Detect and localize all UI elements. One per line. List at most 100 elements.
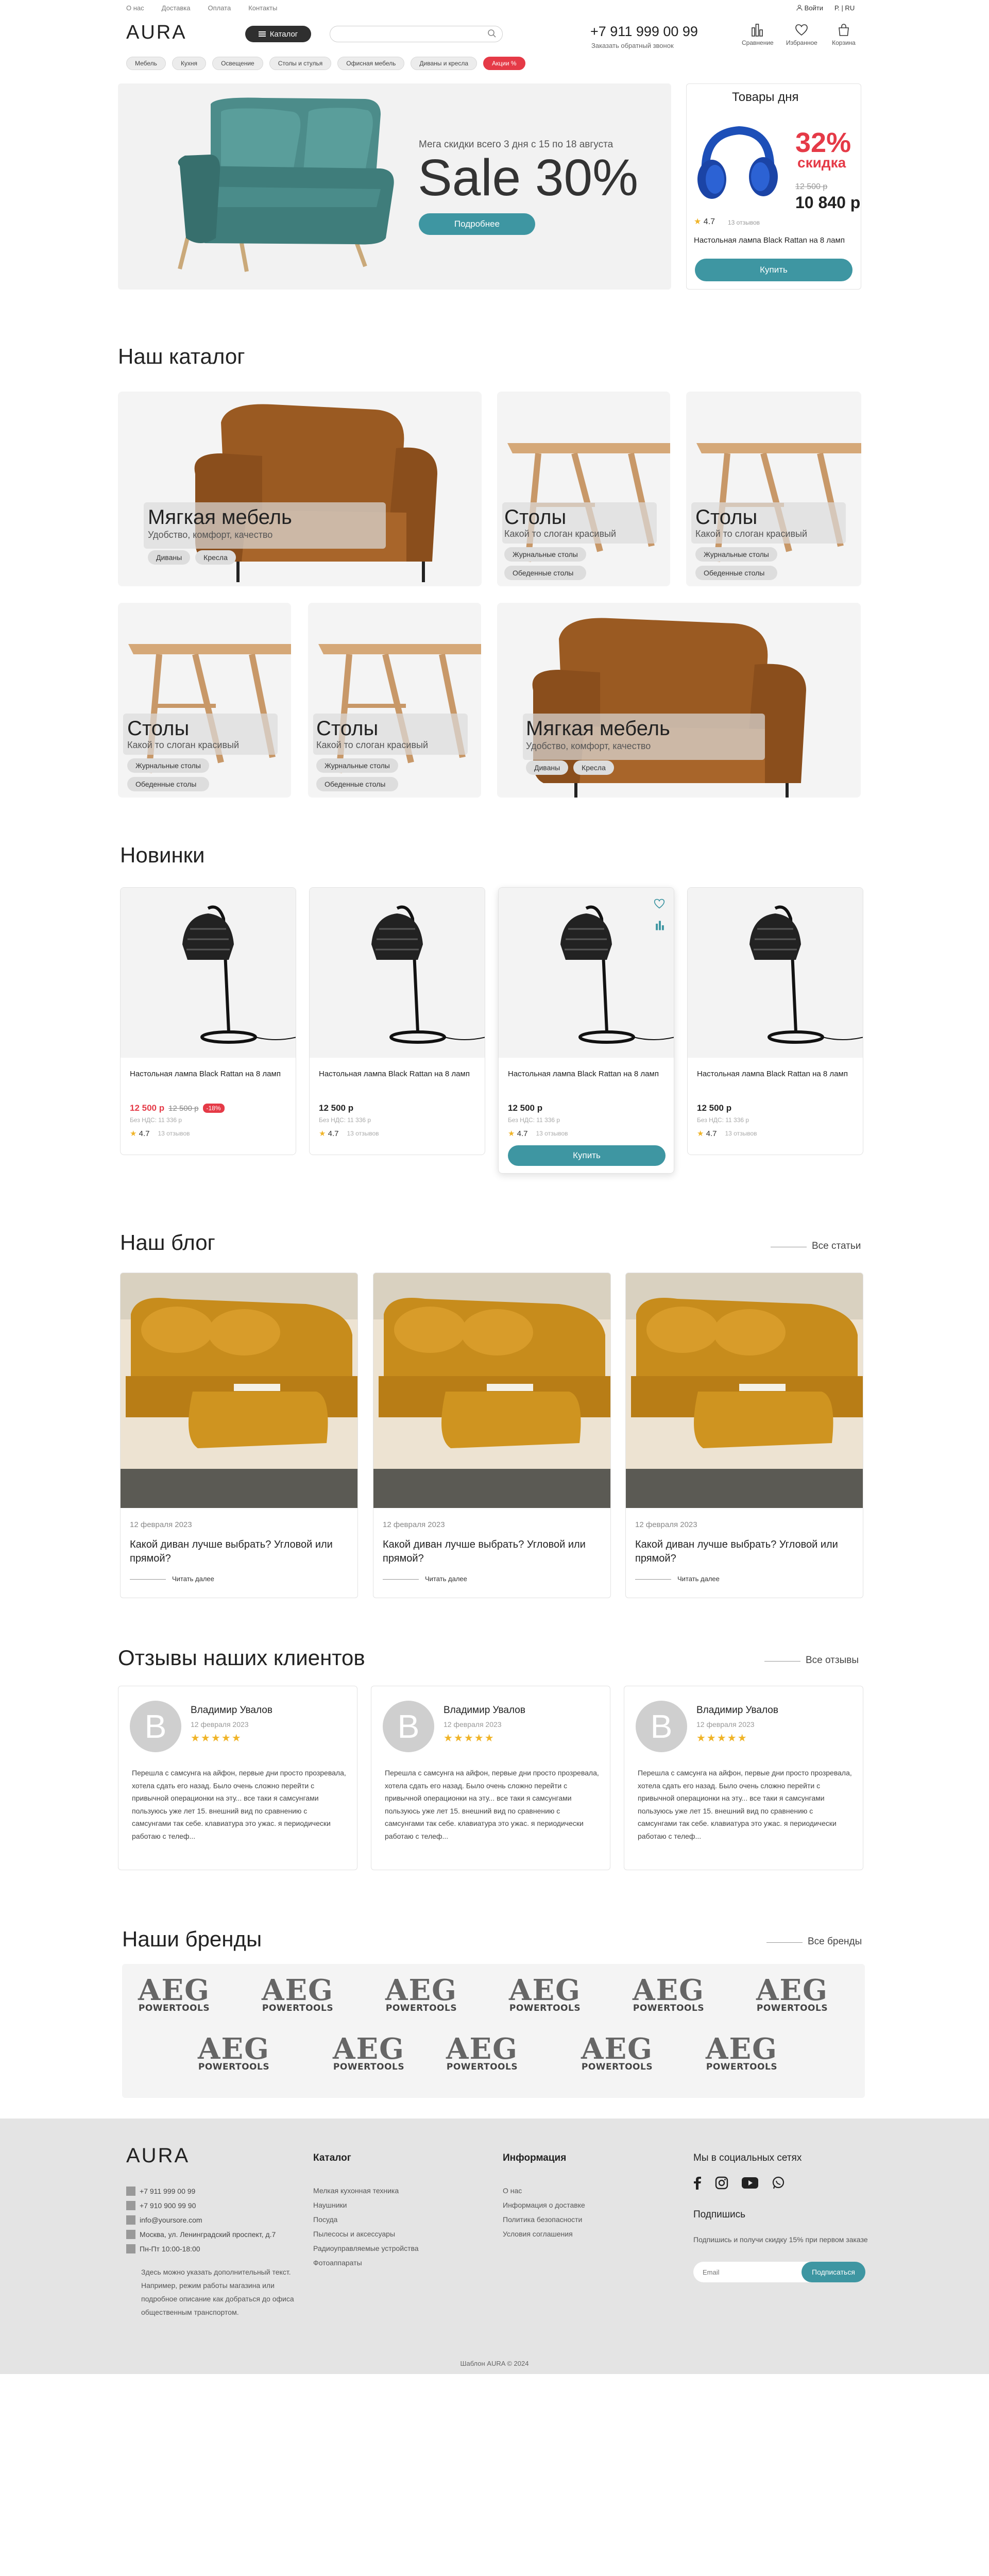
chip-lighting[interactable]: Освещение xyxy=(212,57,263,70)
search-input[interactable] xyxy=(330,26,503,42)
footer-catalog-link[interactable]: Мелкая кухонная техника xyxy=(313,2187,399,2195)
catalog-tag[interactable]: Кресла xyxy=(573,760,614,775)
whatsapp-icon[interactable] xyxy=(772,2176,785,2190)
catalog-tag[interactable]: Журнальные столы xyxy=(127,758,209,773)
catalog-card-soft[interactable]: Мягкая мебель Удобство, комфорт, качеств… xyxy=(497,603,861,798)
catalog-tag[interactable]: Диваны xyxy=(526,760,569,775)
compare-icon[interactable] xyxy=(654,920,666,931)
chip-office[interactable]: Офисная мебель xyxy=(337,57,405,70)
heart-icon[interactable] xyxy=(653,898,666,909)
catalog-card-tables[interactable]: Столы Какой то слоган красивый Журнальны… xyxy=(308,603,481,798)
product-card[interactable]: Настольная лампа Black Rattan на 8 ламп … xyxy=(687,887,863,1155)
brand-logo[interactable]: AEG POWERTOOLS xyxy=(138,1976,210,2014)
footer-catalog-link[interactable]: Посуда xyxy=(313,2215,337,2224)
blog-card[interactable]: 12 февраля 2023 Какой диван лучше выбрат… xyxy=(120,1273,358,1598)
product-image[interactable] xyxy=(310,888,485,1058)
product-card[interactable]: Настольная лампа Black Rattan на 8 ламп … xyxy=(309,887,485,1155)
subscribe-button[interactable]: Подписаться xyxy=(802,2262,865,2282)
product-image[interactable] xyxy=(499,888,674,1058)
product-name[interactable]: Настольная лампа Black Rattan на 8 ламп xyxy=(130,1069,284,1079)
blog-card[interactable]: 12 февраля 2023 Какой диван лучше выбрат… xyxy=(373,1273,611,1598)
chip-kitchen[interactable]: Кухня xyxy=(172,57,207,70)
callback-link[interactable]: Заказать обратный звонок xyxy=(591,42,674,49)
footer-catalog-link[interactable]: Радиоуправляемые устройства xyxy=(313,2244,419,2252)
top-link-payment[interactable]: Оплата xyxy=(208,4,231,12)
brand-logo[interactable]: AEG POWERTOOLS xyxy=(446,2035,518,2073)
product-name[interactable]: Настольная лампа Black Rattan на 8 ламп xyxy=(508,1069,662,1079)
chip-sale[interactable]: Акции % xyxy=(483,57,525,70)
product-reviews[interactable]: 13 отзывов xyxy=(158,1130,190,1137)
catalog-tag[interactable]: Журнальные столы xyxy=(695,547,777,562)
product-buy-button[interactable]: Купить xyxy=(508,1145,666,1166)
catalog-tag[interactable]: Обеденные столы xyxy=(316,777,398,791)
all-reviews-link[interactable]: Все отзывы xyxy=(806,1655,859,1666)
brand-logo[interactable]: AEG POWERTOOLS xyxy=(198,2035,270,2073)
footer-email[interactable]: info@yoursore.com xyxy=(126,2215,202,2225)
brand-logo[interactable]: AEG POWERTOOLS xyxy=(756,1976,828,2014)
chip-tables-chairs[interactable]: Столы и стулья xyxy=(269,57,332,70)
instagram-icon[interactable] xyxy=(715,2176,728,2190)
chip-furniture[interactable]: Мебель xyxy=(126,57,166,70)
footer-phone-1[interactable]: +7 911 999 00 99 xyxy=(126,2187,195,2196)
footer-info-link[interactable]: О нас xyxy=(503,2187,522,2195)
all-brands-link[interactable]: Все бренды xyxy=(808,1936,862,1947)
brand-logo[interactable]: AEG POWERTOOLS xyxy=(262,1976,334,2014)
read-more-link[interactable]: Читать далее xyxy=(425,1575,467,1583)
hero-more-button[interactable]: Подробнее xyxy=(419,213,535,235)
brand-logo[interactable]: AEG POWERTOOLS xyxy=(581,2035,653,2073)
youtube-icon[interactable] xyxy=(742,2177,758,2189)
catalog-tag[interactable]: Журнальные столы xyxy=(316,758,398,773)
chip-sofas[interactable]: Диваны и кресла xyxy=(411,57,478,70)
product-card[interactable]: Настольная лампа Black Rattan на 8 ламп … xyxy=(120,887,296,1155)
catalog-tag[interactable]: Обеденные столы xyxy=(504,566,586,580)
catalog-card-tables[interactable]: Столы Какой то слоган красивый Журнальны… xyxy=(686,392,861,586)
product-image[interactable] xyxy=(121,888,296,1058)
top-link-about[interactable]: О нас xyxy=(126,4,144,12)
facebook-icon[interactable] xyxy=(693,2176,702,2190)
search-icon[interactable] xyxy=(487,29,497,38)
product-reviews[interactable]: 13 отзывов xyxy=(536,1130,568,1137)
read-more-link[interactable]: Читать далее xyxy=(172,1575,214,1583)
footer-catalog-link[interactable]: Пылесосы и аксессуары xyxy=(313,2230,395,2238)
cart-button[interactable]: Корзина xyxy=(828,23,859,46)
catalog-card-tables[interactable]: Столы Какой то слоган красивый Журнальны… xyxy=(497,392,670,586)
product-reviews[interactable]: 13 отзывов xyxy=(725,1130,757,1137)
brand-logo[interactable]: AEG POWERTOOLS xyxy=(333,2035,405,2073)
product-reviews[interactable]: 13 отзывов xyxy=(347,1130,379,1137)
footer-phone-2[interactable]: +7 910 900 99 90 xyxy=(126,2201,196,2210)
catalog-button[interactable]: Каталог xyxy=(245,26,311,42)
footer-catalog-link[interactable]: Наушники xyxy=(313,2201,347,2209)
catalog-tag[interactable]: Диваны xyxy=(148,550,191,565)
catalog-tag[interactable]: Журнальные столы xyxy=(504,547,586,562)
brand-logo[interactable]: AEG POWERTOOLS xyxy=(706,2035,778,2073)
logo[interactable]: AURA xyxy=(126,22,187,44)
blog-post-title[interactable]: Какой диван лучше выбрать? Угловой или п… xyxy=(383,1538,599,1566)
footer-info-link[interactable]: Политика безопасности xyxy=(503,2215,582,2224)
catalog-card-tables[interactable]: Столы Какой то слоган красивый Журнальны… xyxy=(118,603,291,798)
brand-logo[interactable]: AEG POWERTOOLS xyxy=(385,1976,457,2014)
blog-post-title[interactable]: Какой диван лучше выбрать? Угловой или п… xyxy=(635,1538,851,1566)
catalog-tag[interactable]: Кресла xyxy=(195,550,236,565)
catalog-tag[interactable]: Обеденные столы xyxy=(695,566,777,580)
favorites-button[interactable]: Избранное xyxy=(786,23,817,46)
top-link-delivery[interactable]: Доставка xyxy=(162,4,191,12)
catalog-card-soft[interactable]: Мягкая мебель Удобство, комфорт, качеств… xyxy=(118,392,482,586)
brand-logo[interactable]: AEG POWERTOOLS xyxy=(633,1976,705,2014)
footer-info-link[interactable]: Условия соглашения xyxy=(503,2230,573,2238)
top-link-contacts[interactable]: Контакты xyxy=(248,4,277,12)
product-name[interactable]: Настольная лампа Black Rattan на 8 ламп xyxy=(319,1069,473,1079)
footer-catalog-link[interactable]: Фотоаппараты xyxy=(313,2259,362,2267)
compare-button[interactable]: Сравнение xyxy=(742,23,774,46)
blog-card[interactable]: 12 февраля 2023 Какой диван лучше выбрат… xyxy=(625,1273,863,1598)
phone-number[interactable]: +7 911 999 00 99 xyxy=(590,24,698,40)
catalog-tag[interactable]: Обеденные столы xyxy=(127,777,209,791)
blog-post-title[interactable]: Какой диван лучше выбрать? Угловой или п… xyxy=(130,1538,346,1566)
product-image[interactable] xyxy=(688,888,863,1058)
deal-buy-button[interactable]: Купить xyxy=(695,259,852,281)
product-card-hover[interactable]: Настольная лампа Black Rattan на 8 ламп … xyxy=(498,887,674,1174)
footer-logo[interactable]: AURA xyxy=(126,2144,190,2167)
language-switcher[interactable]: Р. | RU xyxy=(834,4,855,12)
product-name[interactable]: Настольная лампа Black Rattan на 8 ламп xyxy=(697,1069,851,1079)
footer-info-link[interactable]: Информация о доставке xyxy=(503,2201,585,2209)
login-link[interactable]: Войти xyxy=(796,4,823,12)
